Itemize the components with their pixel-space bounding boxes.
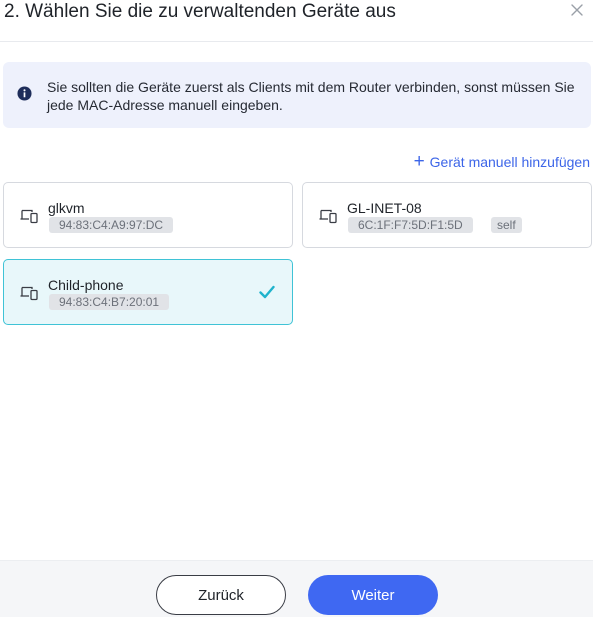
devices-icon <box>319 209 337 224</box>
dialog-title: 2. Wählen Sie die zu verwaltenden Geräte… <box>4 1 396 22</box>
select-devices-dialog: 2. Wählen Sie die zu verwaltenden Geräte… <box>0 0 593 617</box>
dialog-footer: Zurück Weiter <box>0 560 593 617</box>
devices-icon <box>20 209 38 224</box>
device-name: glkvm <box>48 200 85 216</box>
device-mac: 6C:1F:F7:5D:F1:5D <box>348 217 473 233</box>
device-mac: 94:83:C4:B7:20:01 <box>49 294 170 310</box>
self-badge: self <box>491 217 522 233</box>
add-device-label: Gerät manuell hinzufügen <box>429 154 590 170</box>
device-card-glkvm[interactable]: glkvm 94:83:C4:A9:97:DC <box>3 182 293 248</box>
device-mac: 94:83:C4:A9:97:DC <box>49 217 174 233</box>
plus-icon: + <box>413 151 425 172</box>
info-text: Sie sollten die Geräte zuerst als Client… <box>47 79 575 113</box>
add-device-manually-link[interactable]: + Gerät manuell hinzufügen <box>413 151 590 172</box>
device-card-gl-inet-08[interactable]: GL-INET-08 6C:1F:F7:5D:F1:5D self <box>302 182 592 248</box>
device-name: Child-phone <box>48 277 124 293</box>
close-icon[interactable] <box>569 2 585 18</box>
next-button[interactable]: Weiter <box>308 575 438 615</box>
dialog-header: 2. Wählen Sie die zu verwaltenden Geräte… <box>0 0 593 42</box>
devices-icon <box>20 286 38 301</box>
device-name: GL-INET-08 <box>347 200 422 216</box>
info-icon <box>17 86 32 101</box>
checkmark-icon <box>259 285 275 299</box>
info-banner: Sie sollten die Geräte zuerst als Client… <box>3 62 591 128</box>
back-button[interactable]: Zurück <box>156 575 286 615</box>
device-card-child-phone[interactable]: Child-phone 94:83:C4:B7:20:01 <box>3 259 293 325</box>
